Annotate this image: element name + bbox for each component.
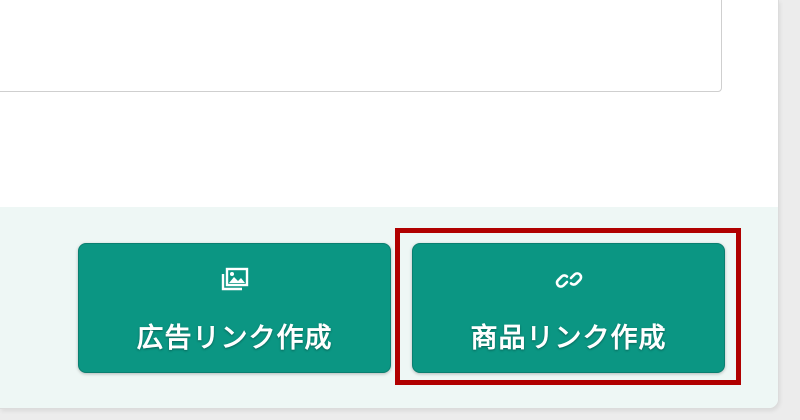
- text-area[interactable]: [0, 0, 722, 92]
- create-ad-link-label: 広告リンク作成: [136, 323, 333, 354]
- create-ad-link-button[interactable]: 広告リンク作成: [78, 243, 391, 373]
- image-gallery-icon: [220, 266, 250, 294]
- link-icon: [554, 266, 584, 294]
- create-product-link-button[interactable]: 商品リンク作成: [412, 243, 725, 373]
- create-product-link-label: 商品リンク作成: [470, 323, 667, 354]
